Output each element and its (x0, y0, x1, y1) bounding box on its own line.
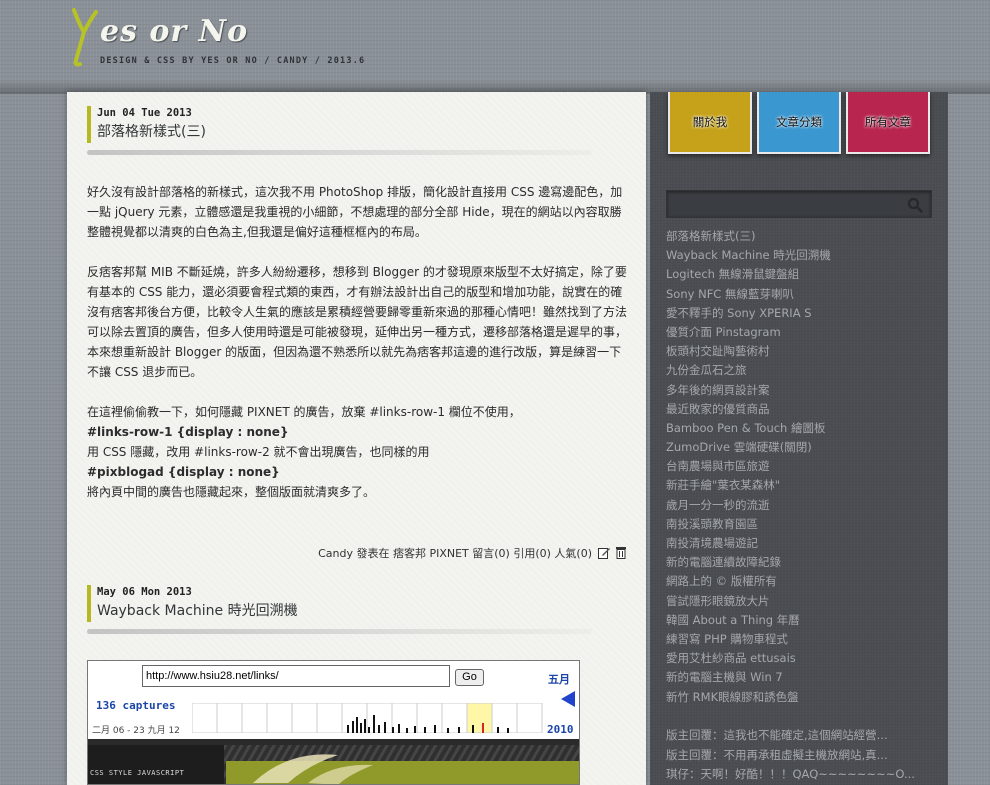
search-box (666, 190, 932, 218)
site-header: es or No DESIGN & CSS BY YES OR NO / CAN… (0, 0, 990, 94)
recent-post-link[interactable]: 南投清境農場遊記 (666, 534, 936, 553)
post-paragraph: 好久沒有設計部落格的新樣式，這次我不用 PhotoShop 排版，簡化設計直接用… (87, 185, 623, 239)
recent-post-link[interactable]: 歲月一分一秒的流逝 (666, 496, 936, 515)
nav-categories-button[interactable]: 文章分類 (757, 92, 841, 154)
wayback-site-preview: CSS STYLE JAVASCRIPT (88, 739, 579, 784)
recent-comments-list: 版主回覆：這我也不能確定,這個網站經營... 版主回覆：不用再承租虛擬主機放網站… (666, 726, 936, 785)
recent-post-link[interactable]: 九份金瓜石之旅 (666, 361, 936, 380)
recent-post-link[interactable]: 新竹 RMK眼線膠和誘色盤 (666, 688, 936, 707)
nav-all-posts-label: 所有文章 (865, 115, 911, 129)
nav-about-button[interactable]: 關於我 (668, 92, 752, 154)
logo-y-icon (72, 8, 98, 67)
tip-line: 用 CSS 隱藏，改用 #links-row-2 就不會出現廣告，也同樣的用 (87, 445, 430, 459)
nav-categories-label: 文章分類 (776, 115, 822, 129)
wayback-timeline (192, 703, 543, 733)
post-title-link[interactable]: Wayback Machine 時光回溯機 (97, 600, 592, 622)
recent-post-link[interactable]: 最近敗家的優質商品 (666, 400, 936, 419)
recent-post-link[interactable]: Wayback Machine 時光回溯機 (666, 246, 936, 265)
logo-text[interactable]: es or No (100, 14, 248, 49)
recent-post-link[interactable]: 新的電腦連續故障紀錄 (666, 553, 936, 572)
post-meta-text[interactable]: Candy 發表在 痞客邦 PIXNET 留言(0) 引用(0) 人氣(0) (318, 547, 592, 560)
post-header: May 06 Mon 2013 Wayback Machine 時光回溯機 (87, 585, 592, 622)
sidebar: 關於我 文章分類 所有文章 部落格新樣式(三) Wayback Machine … (650, 92, 948, 785)
recent-post-link[interactable]: 多年後的網頁設計案 (666, 381, 936, 400)
recent-post-link[interactable]: ZumoDrive 雲端硬碟(關閉) (666, 438, 936, 457)
main-content: Jun 04 Tue 2013 部落格新樣式(三) 好久沒有設計部落格的新樣式，… (67, 92, 646, 785)
recent-post-link[interactable]: 網路上的 © 版權所有 (666, 572, 936, 591)
recent-post-link[interactable]: 愛不釋手的 Sony XPERIA S (666, 304, 936, 323)
leaf-decoration-icon (253, 754, 373, 784)
post-paragraph: 反痞客邦幫 MIB 不斷延燒，許多人紛紛遷移，想移到 Blogger 的才發現原… (87, 265, 628, 379)
recent-post-link[interactable]: Logitech 無線滑鼠鍵盤組 (666, 265, 936, 284)
post-body: 好久沒有設計部落格的新樣式，這次我不用 PhotoShop 排版，簡化設計直接用… (87, 182, 632, 502)
post-date: May 06 Mon 2013 (97, 586, 192, 598)
post-title-link[interactable]: 部落格新樣式(三) (97, 121, 592, 143)
tip-line: 在這裡偷偷教一下，如何隱藏 PIXNET 的廣告，放棄 #links-row-1… (87, 405, 521, 419)
wayback-prev-arrow-icon (561, 691, 575, 707)
recent-comment-link[interactable]: 版主回覆：這我也不能確定,這個網站經營... (666, 726, 936, 746)
wayback-site-label: CSS STYLE JAVASCRIPT (90, 769, 185, 777)
delete-trash-icon[interactable] (615, 546, 627, 559)
search-input[interactable] (671, 195, 901, 213)
wayback-captures: 136 captures (96, 699, 176, 712)
wayback-month: 五月 (548, 673, 570, 686)
edit-icon[interactable] (597, 546, 610, 559)
header-subtitle: DESIGN & CSS BY YES OR NO / CANDY / 2013… (100, 56, 366, 66)
post-header-divider (87, 629, 592, 634)
recent-post-link[interactable]: 嘗試隱形眼鏡放大片 (666, 592, 936, 611)
recent-post-link[interactable]: 優質介面 Pinstagram (666, 323, 936, 342)
recent-post-link[interactable]: 愛用艾杜紗商品 ettusais (666, 649, 936, 668)
recent-post-link[interactable]: 台南農場與市區旅遊 (666, 457, 936, 476)
nav-all-posts-button[interactable]: 所有文章 (846, 92, 930, 154)
recent-post-link[interactable]: 部落格新樣式(三) (666, 227, 936, 246)
wayback-screenshot: http://www.hsiu28.net/links/ Go 五月 136 c… (87, 660, 580, 785)
recent-post-link[interactable]: 新莊手繪"葉衣某森林" (666, 476, 936, 495)
recent-post-link[interactable]: 南投溪頭教育園區 (666, 515, 936, 534)
recent-post-link[interactable]: 板頭村交趾陶藝術村 (666, 342, 936, 361)
recent-post-link[interactable]: Bamboo Pen & Touch 繪圖板 (666, 419, 936, 438)
post-meta: Candy 發表在 痞客邦 PIXNET 留言(0) 引用(0) 人氣(0) (87, 545, 627, 563)
recent-comment-link[interactable]: 琪仔：天啊！好酷！！！QAQ~~~~~~~~O... (666, 765, 936, 785)
code-line: #pixblogad {display : none} (87, 465, 280, 479)
post-date: Jun 04 Tue 2013 (97, 107, 192, 119)
post-tip: 在這裡偷偷教一下，如何隱藏 PIXNET 的廣告，放棄 #links-row-1… (87, 402, 632, 502)
wayback-go-button: Go (455, 669, 484, 686)
recent-posts-list: 部落格新樣式(三) Wayback Machine 時光回溯機 Logitech… (666, 227, 936, 707)
wayback-range: 二月 06 - 23 九月 12 (92, 726, 180, 736)
tip-line: 將內頁中間的廣告也隱藏起來，整個版面就清爽多了。 (87, 485, 376, 499)
search-icon[interactable] (907, 197, 923, 213)
recent-post-link[interactable]: 新的電腦主機與 Win 7 (666, 668, 936, 687)
post-header-divider (87, 150, 592, 155)
recent-post-link[interactable]: 韓國 About a Thing 年曆 (666, 611, 936, 630)
wayback-url-field: http://www.hsiu28.net/links/ (142, 665, 450, 687)
post-header: Jun 04 Tue 2013 部落格新樣式(三) (87, 106, 592, 143)
code-line: #links-row-1 {display : none} (87, 425, 289, 439)
recent-comment-link[interactable]: 版主回覆：不用再承租虛擬主機放網站,真... (666, 746, 936, 766)
recent-post-link[interactable]: 練習寫 PHP 購物車程式 (666, 630, 936, 649)
nav-about-label: 關於我 (692, 115, 728, 129)
wayback-year: 2010 (547, 723, 574, 736)
recent-post-link[interactable]: Sony NFC 無線藍芽喇叭 (666, 285, 936, 304)
